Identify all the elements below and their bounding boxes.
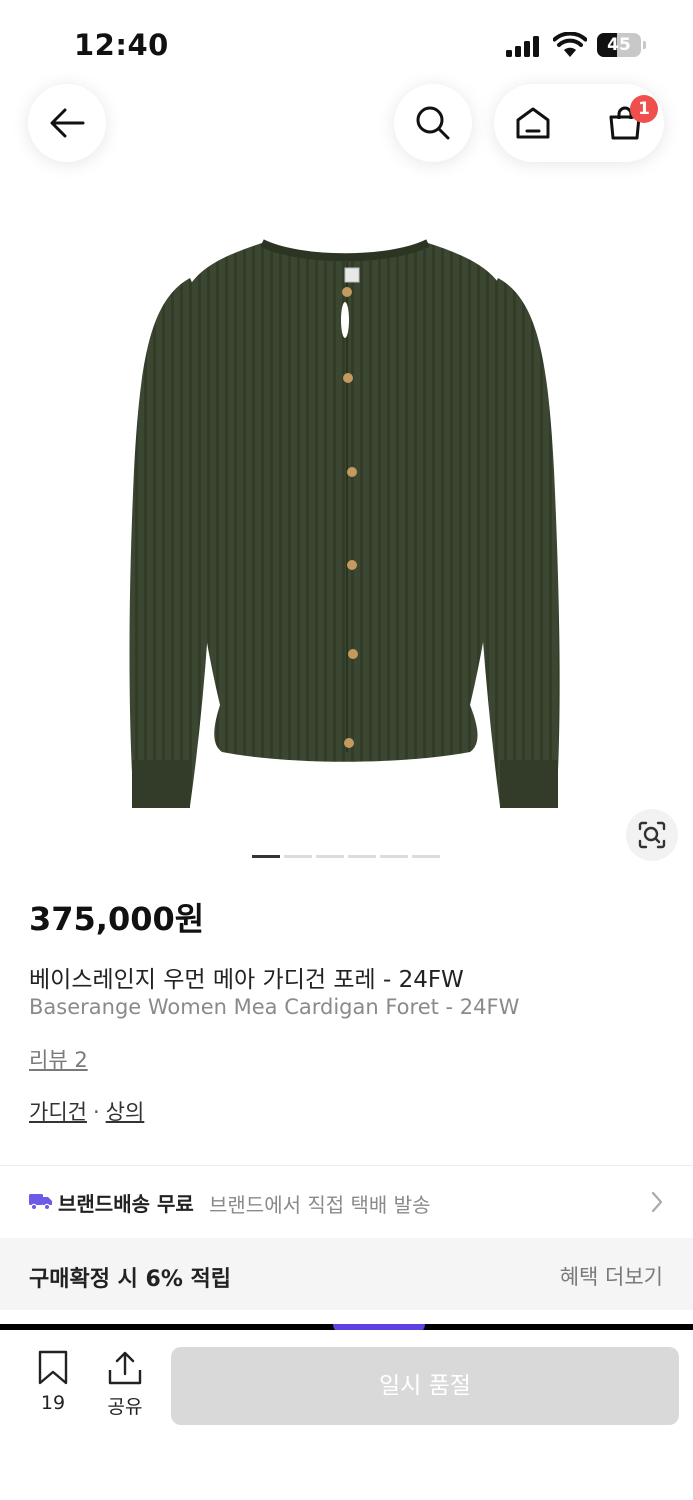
- battery-icon: 45: [597, 33, 647, 57]
- camera-search-icon: [638, 821, 666, 849]
- cart-button[interactable]: 1: [586, 84, 664, 162]
- product-name-en: Baserange Women Mea Cardigan Foret - 24F…: [29, 995, 520, 1019]
- share-label: 공유: [107, 1396, 143, 1418]
- visual-search-button[interactable]: [626, 809, 678, 861]
- bookmark-count: 19: [40, 1392, 66, 1414]
- chevron-right-icon: [651, 1191, 663, 1213]
- back-button[interactable]: [28, 84, 106, 162]
- bookmark-button[interactable]: 19: [26, 1350, 80, 1420]
- reviews-link[interactable]: 리뷰 2: [29, 1044, 88, 1074]
- search-icon: [416, 106, 450, 140]
- points-text: 구매확정 시 6% 적립: [29, 1267, 232, 1292]
- image-pager: [252, 855, 440, 859]
- category-link-cardigan[interactable]: 가디건: [29, 1100, 87, 1124]
- points-row: 구매확정 시 6% 적립 혜택 더보기: [0, 1238, 693, 1310]
- pager-dot[interactable]: [380, 855, 408, 858]
- cart-badge: 1: [630, 95, 658, 123]
- shipping-description: 브랜드에서 직접 택배 발송: [209, 1193, 431, 1217]
- pager-dot[interactable]: [252, 855, 280, 858]
- divider: [0, 1165, 693, 1166]
- pager-dot[interactable]: [412, 855, 440, 858]
- shipping-title: 브랜드배송 무료: [58, 1192, 194, 1216]
- search-button[interactable]: [394, 84, 472, 162]
- pager-dot[interactable]: [316, 855, 344, 858]
- status-time: 12:40: [74, 28, 169, 62]
- share-icon: [108, 1351, 142, 1385]
- bookmark-icon: [38, 1350, 68, 1385]
- pager-dot[interactable]: [284, 855, 312, 858]
- product-image[interactable]: [0, 200, 693, 840]
- home-icon: [516, 107, 550, 139]
- category-link-tops[interactable]: 상의: [106, 1100, 145, 1124]
- category-separator: ·: [92, 1100, 100, 1124]
- product-name-ko: 베이스레인지 우먼 메아 가디건 포레 - 24FW: [29, 967, 464, 993]
- share-button[interactable]: 공유: [98, 1350, 152, 1420]
- wifi-icon: [552, 31, 588, 58]
- status-bar: 12:40 45: [0, 0, 693, 80]
- battery-level: 45: [607, 35, 631, 55]
- pager-dot[interactable]: [348, 855, 376, 858]
- arrow-left-icon: [50, 108, 85, 138]
- shipping-row[interactable]: 브랜드배송 무료 브랜드에서 직접 택배 발송: [0, 1168, 693, 1236]
- sold-out-button[interactable]: 일시 품절: [171, 1347, 679, 1425]
- signal-icon: [506, 35, 542, 57]
- home-button[interactable]: [494, 84, 572, 162]
- truck-icon: [29, 1194, 52, 1210]
- home-cart-group: 1: [494, 84, 664, 162]
- bottom-action-bar: 19 공유 일시 품절: [0, 1330, 693, 1500]
- product-price: 375,000원: [29, 900, 205, 938]
- breadcrumb: 가디건 · 상의: [29, 1096, 144, 1126]
- benefit-more-link[interactable]: 혜택 더보기: [560, 1261, 663, 1291]
